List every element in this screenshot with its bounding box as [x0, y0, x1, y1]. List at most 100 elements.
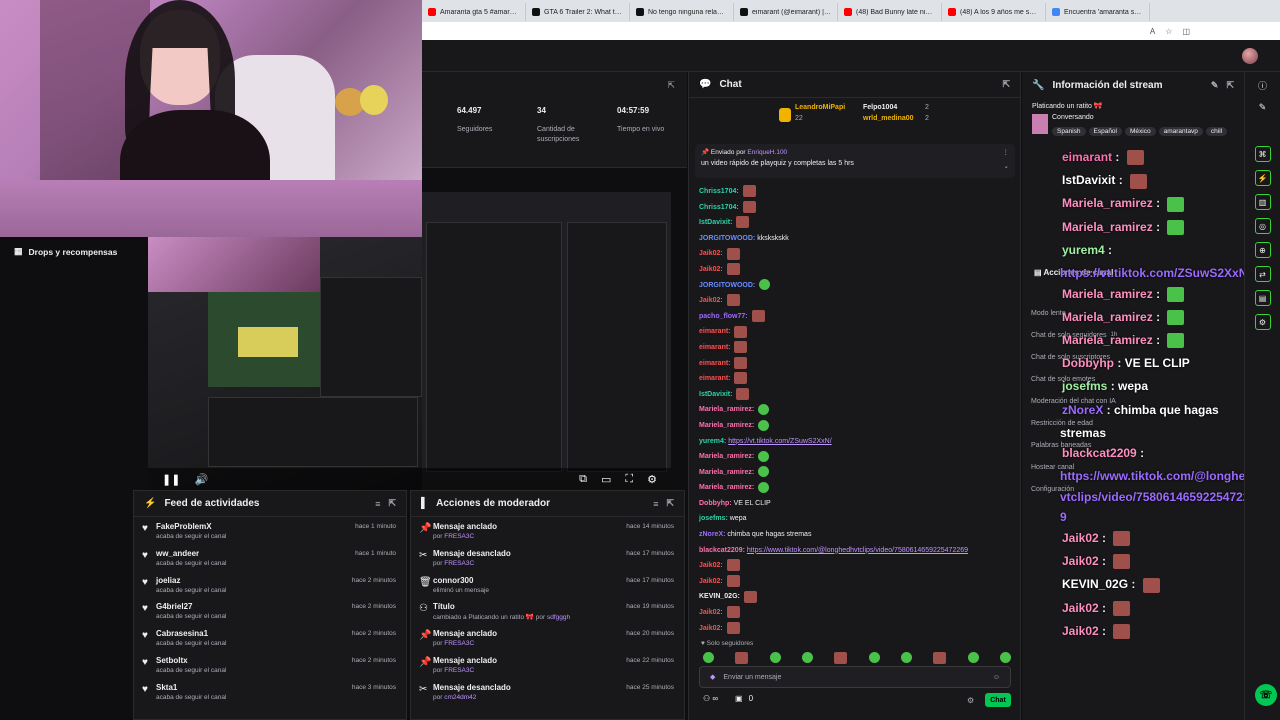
mod-item[interactable]: 📌 Mensaje anclado por FRESA3C hace 20 minut…	[411, 624, 684, 651]
chat-message[interactable]: blackcat2209: https://www.tiktok.com/@lo…	[689, 543, 1019, 559]
popout-icon[interactable]: ⇱	[667, 80, 675, 91]
browser-tab[interactable]: GTA 6 Trailer 2: What to Exp	[526, 3, 630, 21]
chat-message[interactable]: Jaik02:	[689, 574, 1019, 590]
chat-message-user[interactable]: Chriss1704:	[699, 188, 739, 195]
chat-message[interactable]: IstDavixit:	[689, 215, 1019, 231]
chat-message-user[interactable]: Jaik02:	[699, 297, 723, 304]
chat-message[interactable]: Jaik02:	[689, 621, 1019, 637]
chat-message[interactable]: Mariela_ramirez:	[689, 418, 1019, 434]
rail-shortcut-7[interactable]: ▤	[1254, 290, 1271, 306]
mod-item[interactable]: ⚇ Título cambiado a Platicando un ratito 🎀…	[411, 597, 684, 624]
chat-message-user[interactable]: Mariela_ramirez:	[699, 469, 754, 476]
edit-icon[interactable]: ✎	[1211, 80, 1219, 91]
rail-shortcut-4[interactable]: ◎	[1254, 218, 1271, 234]
chat-message-user[interactable]: Mariela_ramirez:	[699, 422, 754, 429]
chat-message[interactable]: Chriss1704:	[689, 184, 1019, 200]
chat-message[interactable]: Dobbyhp: VE EL CLIP	[689, 496, 1019, 512]
more-icon[interactable]: ⋮	[1003, 148, 1010, 156]
mod-item[interactable]: 📌 Mensaje anclado por FRESA3C hace 14 minut…	[411, 517, 684, 544]
drops-menu[interactable]: ▦ Drops y recompensas	[0, 237, 148, 266]
mod-item[interactable]: ✂ Mensaje desanclado por cm24dm42 hace 25 m…	[411, 678, 684, 705]
settings-icon[interactable]: ⚙	[647, 473, 657, 486]
stream-tag[interactable]: chill	[1205, 127, 1228, 136]
popout-icon[interactable]: ⇱	[1002, 79, 1010, 90]
browser-tab[interactable]: (48) Bad Bunny late night ce	[838, 3, 942, 21]
star-icon[interactable]: ☆	[1165, 27, 1172, 36]
chat-message[interactable]: Jaik02:	[689, 246, 1019, 262]
fullscreen-icon[interactable]: ⛶	[625, 473, 633, 486]
browser-tab[interactable]: Encuentra 'amaranta stream	[1046, 3, 1150, 21]
chat-message-link[interactable]: https://vt.tiktok.com/ZSuwS2XxN/	[728, 438, 831, 445]
chat-message[interactable]: josefms: wepa	[689, 511, 1019, 527]
bits-icon[interactable]: ◆	[710, 673, 715, 681]
filter-icon[interactable]: ≡	[375, 499, 380, 509]
theatre-icon[interactable]: ▭	[601, 473, 611, 486]
volume-icon[interactable]: 🔊	[194, 473, 208, 486]
chat-message-user[interactable]: KEVIN_02G:	[699, 593, 740, 600]
chat-message-user[interactable]: Jaik02:	[699, 562, 723, 569]
popout-icon[interactable]: ⇱	[666, 498, 674, 509]
pinned-message[interactable]: 📌 Enviado por EnriqueH.100 un video rápi…	[695, 144, 1015, 178]
pause-icon[interactable]: ❚❚	[162, 473, 180, 486]
chat-message-user[interactable]: Jaik02:	[699, 625, 723, 632]
chat-message[interactable]: eimarant:	[689, 340, 1019, 356]
emote-shortcut-icon[interactable]	[999, 652, 1011, 663]
feed-item[interactable]: ♥ G4briel27 acaba de seguir el canal hace 2…	[134, 597, 406, 624]
chat-message-user[interactable]: Mariela_ramirez:	[699, 406, 754, 413]
chat-message-user[interactable]: blackcat2209:	[699, 547, 745, 554]
chat-message-user[interactable]: Jaik02:	[699, 609, 723, 616]
chat-message[interactable]: Mariela_ramirez:	[689, 480, 1019, 496]
chat-message[interactable]: Mariela_ramirez:	[689, 465, 1019, 481]
chat-message-user[interactable]: yurem4:	[699, 438, 726, 445]
chat-message[interactable]: zNoreX: chimba que hagas stremas	[689, 527, 1019, 543]
pip-icon[interactable]: ⧉	[579, 473, 587, 486]
chat-message[interactable]: IstDavixit:	[689, 387, 1019, 403]
chat-message-user[interactable]: eimarant:	[699, 360, 731, 367]
browser-tab[interactable]: No tengo ninguna relación e	[630, 3, 734, 21]
chat-message[interactable]: eimarant:	[689, 324, 1019, 340]
emote-shortcut-icon[interactable]	[769, 652, 781, 663]
chat-message-link[interactable]: https://www.tiktok.com/@longhedhvtclips/…	[747, 547, 968, 554]
chat-user-icons[interactable]: ⚇ ∞	[703, 694, 718, 703]
mod-item[interactable]: 📌 Mensaje anclado por FRESA3C hace 22 minut…	[411, 651, 684, 678]
emote-shortcut-icon[interactable]	[703, 652, 714, 663]
popout-icon[interactable]: ⇱	[1226, 80, 1234, 91]
chat-message[interactable]: pacho_flow77:	[689, 309, 1019, 325]
rail-shortcut-1[interactable]: ⌘	[1254, 146, 1271, 162]
chat-message[interactable]: yurem4: https://vt.tiktok.com/ZSuwS2XxN/	[689, 434, 1019, 450]
chat-message[interactable]: Jaik02:	[689, 558, 1019, 574]
rail-shortcut-8[interactable]: ⚙	[1254, 314, 1271, 330]
rail-shortcut-2[interactable]: ⚡	[1254, 170, 1271, 186]
chat-message[interactable]: Jaik02:	[689, 605, 1019, 621]
stream-tag[interactable]: Spanish	[1052, 127, 1086, 136]
stream-tag[interactable]: Español	[1088, 127, 1122, 136]
chat-message-user[interactable]: Jaik02:	[699, 250, 723, 257]
chat-message-user[interactable]: IstDavixit:	[699, 219, 732, 226]
rail-shortcut-6[interactable]: ⇄	[1254, 266, 1271, 282]
chat-message-user[interactable]: Dobbyhp:	[699, 500, 732, 507]
popout-icon[interactable]: ⇱	[388, 498, 396, 509]
avatar[interactable]	[1242, 48, 1258, 64]
emote-shortcut-icon[interactable]	[900, 652, 912, 663]
rail-shortcut-3[interactable]: ▥	[1254, 194, 1271, 210]
browser-tab[interactable]: eimarant (@eimarant) | TikTo	[734, 3, 838, 21]
chat-message[interactable]: Jaik02:	[689, 262, 1019, 278]
browser-tab[interactable]: (48) A los 9 años me secuest	[942, 3, 1046, 21]
chat-message-user[interactable]: IstDavixit:	[699, 391, 732, 398]
info-icon[interactable]: ⓘ	[1245, 72, 1280, 98]
stream-tag[interactable]: amarantavp	[1158, 127, 1203, 136]
stream-tag[interactable]: México	[1125, 127, 1156, 136]
feed-item[interactable]: ♥ Skta1 acaba de seguir el canal hace 3 min…	[134, 678, 406, 705]
chevron-down-icon[interactable]: ⌄	[1004, 162, 1009, 170]
chat-message[interactable]: JORGITOWOOD:	[689, 278, 1019, 294]
chat-input[interactable]: ◆ Enviar un mensaje ☺	[699, 666, 1011, 688]
browser-tab[interactable]: Amaranta gta 5 #amaranta #	[422, 3, 526, 21]
chat-message[interactable]: eimarant:	[689, 371, 1019, 387]
emote-shortcut-icon[interactable]	[868, 652, 880, 663]
filter-icon[interactable]: ≡	[653, 499, 658, 509]
chat-message[interactable]: Chriss1704:	[689, 200, 1019, 216]
mod-item[interactable]: 🗑 connor300 eliminó un mensaje hace 17 min…	[411, 571, 684, 598]
chat-message-user[interactable]: eimarant:	[699, 344, 731, 351]
chat-message-user[interactable]: JORGITOWOOD:	[699, 235, 755, 242]
chat-message-user[interactable]: JORGITOWOOD:	[699, 282, 755, 289]
